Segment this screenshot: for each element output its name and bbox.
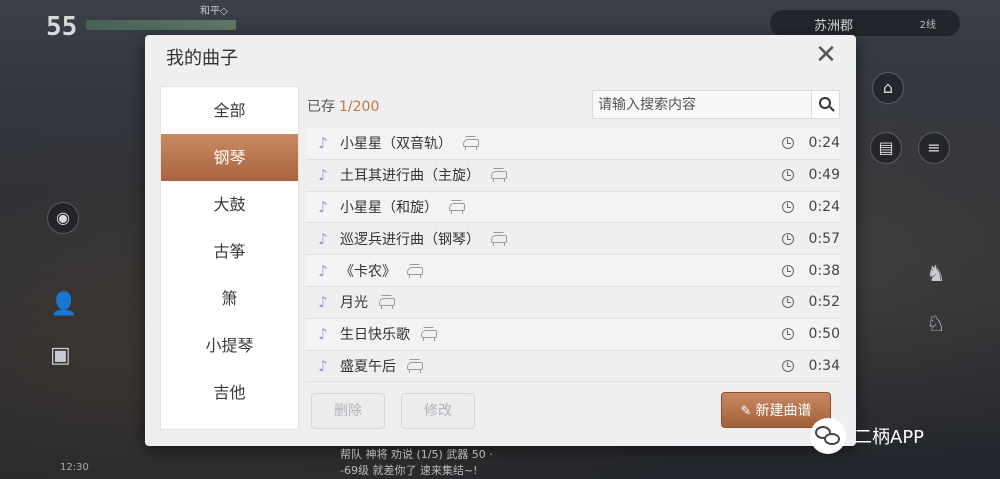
- map-icon[interactable]: ⌂: [872, 72, 904, 104]
- song-duration: 0:52: [808, 294, 840, 311]
- song-name: 巡逻兵进行曲（钢琴）: [340, 231, 480, 248]
- song-name: 《卡农》: [340, 263, 396, 280]
- clock-icon: [782, 232, 794, 245]
- list-item[interactable]: ♪ 盛夏午后 0:34: [306, 351, 840, 383]
- list-item[interactable]: ♪ 月光 0:52: [306, 287, 840, 319]
- music-note-icon: ♪: [318, 325, 328, 344]
- delete-button[interactable]: 删除: [311, 393, 385, 429]
- joystick-icon[interactable]: ◉: [47, 202, 79, 234]
- clock-icon: [782, 296, 794, 309]
- clock-icon: [782, 328, 794, 341]
- dialog-title: 我的曲子: [166, 48, 238, 69]
- search-box: [592, 90, 840, 119]
- monitor-icon[interactable]: ▣: [50, 343, 71, 368]
- category-item-guitar[interactable]: 吉他: [161, 369, 298, 416]
- list-item[interactable]: ♪ 小星星（双音轨） 0:24: [306, 128, 840, 160]
- pen-icon: ✎: [740, 404, 752, 419]
- song-duration: 0:57: [808, 230, 840, 247]
- search-input[interactable]: [593, 91, 808, 118]
- watermark-text: 二柄APP: [854, 427, 925, 448]
- song-name: 小星星（和旋）: [340, 199, 438, 216]
- stored-count-value: 1/200: [339, 99, 380, 115]
- category-item-drum[interactable]: 大鼓: [161, 181, 298, 228]
- song-duration: 0:24: [808, 198, 840, 215]
- song-duration: 0:24: [808, 135, 840, 152]
- piano-icon: [448, 199, 468, 214]
- health-bar: [86, 20, 236, 30]
- server-info[interactable]: 苏洲郡 2线: [770, 10, 960, 36]
- music-note-icon: ♪: [318, 261, 328, 280]
- piano-icon: [490, 231, 510, 246]
- clock-icon: [782, 359, 794, 372]
- music-note-icon: ♪: [318, 134, 328, 153]
- friends-icon[interactable]: 👤: [50, 292, 77, 317]
- chat-line: -69级 就差你了 速来集结~!: [340, 464, 478, 477]
- stored-count: 已存 1/200: [307, 96, 379, 116]
- mount-icon[interactable]: ♞: [926, 262, 946, 287]
- watermark: 二柄APP: [810, 418, 924, 454]
- list-item[interactable]: ♪ 《卡农》 0:38: [306, 255, 840, 287]
- song-name: 土耳其进行曲（主旋）: [340, 168, 480, 185]
- player-level: 55: [46, 12, 78, 42]
- server-line-badge: 2线: [919, 20, 936, 31]
- chat-strip[interactable]: 帮队 神将 劝说 (1/5) 武器 50 · -69级 就差你了 速来集结~!: [340, 446, 493, 478]
- category-item-guzheng[interactable]: 古筝: [161, 228, 298, 275]
- menu-icon[interactable]: ≡: [918, 132, 950, 164]
- pk-mode-label[interactable]: 和平◇: [200, 2, 228, 17]
- wechat-icon: [810, 418, 846, 454]
- category-item-all[interactable]: 全部: [161, 87, 298, 134]
- category-item-violin[interactable]: 小提琴: [161, 322, 298, 369]
- song-list: ♪ 小星星（双音轨） 0:24 ♪ 土耳其进行曲（主旋） 0:49 ♪ 小星星（…: [306, 128, 840, 383]
- song-name: 生日快乐歌: [340, 327, 410, 344]
- music-note-icon: ♪: [318, 293, 328, 312]
- piano-icon: [406, 358, 426, 373]
- music-note-icon: ♪: [318, 356, 328, 375]
- stored-label: 已存: [307, 99, 335, 115]
- song-duration: 0:34: [808, 357, 840, 374]
- category-list[interactable]: 全部 钢琴 大鼓 古筝 箫 小提琴 吉他 琵琶: [160, 86, 299, 430]
- list-item[interactable]: ♪ 巡逻兵进行曲（钢琴） 0:57: [306, 223, 840, 256]
- list-item[interactable]: ♪ 土耳其进行曲（主旋） 0:49: [306, 160, 840, 192]
- server-name: 苏洲郡: [814, 19, 854, 34]
- close-icon[interactable]: ✕: [814, 42, 838, 68]
- piano-icon: [462, 136, 482, 151]
- search-button[interactable]: [811, 91, 839, 118]
- piano-icon: [378, 295, 398, 310]
- category-item-piano[interactable]: 钢琴: [161, 134, 298, 181]
- chat-line: 帮队 神将 劝说 (1/5) 武器 50 ·: [340, 448, 493, 461]
- music-note-icon: ♪: [318, 197, 328, 216]
- song-name: 月光: [340, 295, 368, 312]
- horse-icon[interactable]: ♘: [926, 312, 946, 337]
- song-name: 小星星（双音轨）: [340, 136, 452, 153]
- song-name: 盛夏午后: [340, 358, 396, 375]
- category-item-pipa[interactable]: 琵琶: [161, 416, 298, 429]
- music-note-icon: ♪: [318, 166, 328, 185]
- song-duration: 0:38: [808, 262, 840, 279]
- new-score-label: 新建曲谱: [755, 403, 812, 419]
- my-songs-dialog: 我的曲子 ✕ 全部 钢琴 大鼓 古筝 箫 小提琴 吉他 琵琶 已存1/200 ♪…: [145, 35, 856, 446]
- piano-icon: [490, 168, 510, 183]
- status-time: 12:30: [60, 462, 89, 473]
- piano-icon: [406, 263, 426, 278]
- clock-icon: [782, 264, 794, 277]
- edit-button[interactable]: 修改: [401, 393, 475, 429]
- clock-icon: [782, 169, 794, 182]
- song-duration: 0:50: [808, 326, 840, 343]
- piano-icon: [420, 327, 440, 342]
- song-duration: 0:49: [808, 167, 840, 184]
- music-note-icon: ♪: [318, 229, 328, 248]
- category-item-xiao[interactable]: 箫: [161, 275, 298, 322]
- list-item[interactable]: ♪ 生日快乐歌 0:50: [306, 318, 840, 351]
- bag-icon[interactable]: ▤: [870, 132, 902, 164]
- list-item[interactable]: ♪ 小星星（和旋） 0:24: [306, 191, 840, 224]
- clock-icon: [782, 200, 794, 213]
- clock-icon: [782, 137, 794, 150]
